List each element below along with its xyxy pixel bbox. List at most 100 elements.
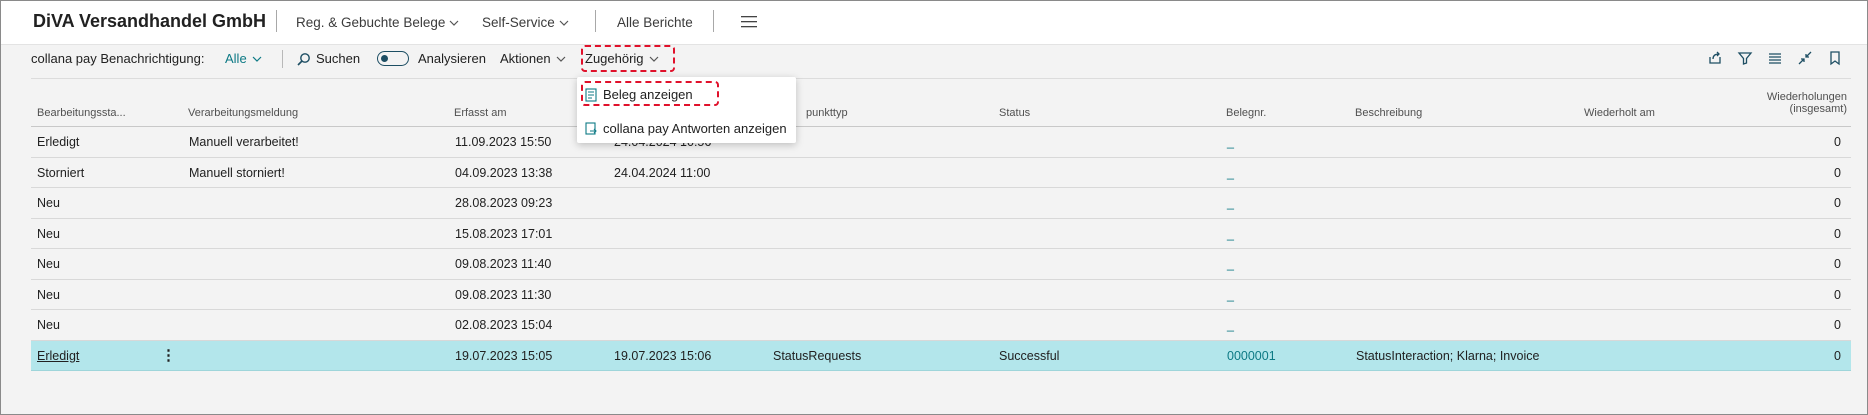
chevron-down-icon <box>559 20 569 26</box>
cell-processing-status[interactable]: Erledigt <box>37 349 79 363</box>
cell-repeats-count: 0 <box>1834 196 1841 210</box>
nav-separator <box>276 10 277 32</box>
filter-label-text: collana pay Benachrichtigung: <box>31 51 205 66</box>
cell-captured: 15.08.2023 17:01 <box>455 226 553 241</box>
cell-processing-status: Neu <box>37 196 60 210</box>
cell-repeats-count: 0 <box>1834 318 1841 332</box>
cell-document-no[interactable]: 0000001 <box>1227 349 1276 363</box>
table-row[interactable]: Neu 02.08.2023 15:04 _ 0 <box>31 310 1851 341</box>
table-row-selected[interactable]: Erledigt ⋮ 19.07.2023 15:05 19.07.2023 1… <box>31 340 1851 371</box>
column-header-captured[interactable]: Erfasst am <box>454 107 507 119</box>
search-button[interactable]: Suchen <box>297 51 360 66</box>
action-separator <box>282 50 283 68</box>
chevron-down-icon <box>556 56 566 62</box>
table-row[interactable]: Erledigt Manuell verarbeitet! 11.09.2023… <box>31 127 1851 158</box>
list-view-icon[interactable] <box>1767 50 1783 66</box>
cell-document-no[interactable]: _ <box>1227 227 1234 241</box>
page-tools <box>1707 50 1843 66</box>
cell-captured: 11.09.2023 15:50 <box>455 135 552 149</box>
cell-processing-status: Neu <box>37 257 60 271</box>
notifications-table: Bearbeitungssta... Verarbeitungsmeldung … <box>31 89 1851 371</box>
hamburger-menu-icon[interactable] <box>741 15 757 29</box>
cell-processing-status: Neu <box>37 318 60 332</box>
cell-repeats-count: 0 <box>1834 287 1841 302</box>
nav-item-label: Alle Berichte <box>617 15 693 30</box>
column-header-description[interactable]: Beschreibung <box>1355 107 1422 119</box>
cell-processing-status: Erledigt <box>37 135 80 149</box>
cell-repeats-count: 0 <box>1834 226 1841 241</box>
repeats-header-line1: Wiederholungen <box>1766 91 1847 103</box>
cell-document-no[interactable]: _ <box>1227 257 1234 271</box>
column-header-repeated-at[interactable]: Wiederholt am <box>1584 107 1655 119</box>
filter-value-text: Alle <box>225 51 247 66</box>
search-icon <box>297 52 310 66</box>
highlight-related-menu <box>581 45 675 72</box>
cell-repeats-count: 0 <box>1834 257 1841 271</box>
filter-value-dropdown[interactable]: Alle <box>225 51 262 66</box>
share-icon[interactable] <box>1707 50 1723 66</box>
cell-endpoint-type: StatusRequests <box>773 348 862 363</box>
column-header-message[interactable]: Verarbeitungsmeldung <box>188 107 298 119</box>
cell-document-no[interactable]: _ <box>1227 196 1234 210</box>
cell-status: Successful <box>999 348 1060 363</box>
cell-captured: 02.08.2023 15:04 <box>455 318 553 332</box>
cell-repeats-count: 0 <box>1834 135 1841 149</box>
actions-label: Aktionen <box>500 51 551 66</box>
nav-separator <box>713 10 714 32</box>
cell-captured: 09.08.2023 11:40 <box>455 257 552 271</box>
filter-icon[interactable] <box>1737 50 1753 66</box>
cell-captured: 19.07.2023 15:05 <box>455 348 553 363</box>
cell-repeats-count: 0 <box>1834 165 1841 180</box>
menu-item-label: collana pay Antworten anzeigen <box>603 121 787 136</box>
cell-processing-status: Storniert <box>37 165 85 180</box>
cell-document-no[interactable]: _ <box>1227 288 1234 302</box>
app-window: DiVA Versandhandel GmbH Reg. & Gebuchte … <box>0 0 1868 415</box>
analyze-toggle[interactable]: Analysieren <box>377 51 486 66</box>
collapse-icon[interactable] <box>1797 50 1813 66</box>
action-bar-divider <box>31 78 1851 79</box>
cell-processed-at: 19.07.2023 15:06 <box>614 348 712 363</box>
column-header-document-no[interactable]: Belegnr. <box>1226 107 1266 119</box>
table-row[interactable]: Neu 09.08.2023 11:30 _ 0 <box>31 280 1851 310</box>
cell-processing-status: Neu <box>37 287 60 302</box>
table-row[interactable]: Neu 28.08.2023 09:23 _ 0 <box>31 188 1851 219</box>
chevron-down-icon <box>252 56 262 62</box>
cell-captured: 09.08.2023 11:30 <box>455 287 552 302</box>
search-label: Suchen <box>316 51 361 66</box>
nav-item-self-service[interactable]: Self-Service <box>482 15 569 30</box>
company-name[interactable]: DiVA Versandhandel GmbH <box>33 11 266 32</box>
bookmark-icon[interactable] <box>1827 50 1843 66</box>
cell-document-no[interactable]: _ <box>1227 166 1234 180</box>
actions-menu-button[interactable]: Aktionen <box>500 51 566 66</box>
highlight-show-document <box>581 81 719 106</box>
nav-item-reg-gebuchte-belege[interactable]: Reg. & Gebuchte Belege <box>296 15 459 30</box>
table-row[interactable]: Neu 09.08.2023 11:40 _ 0 <box>31 249 1851 280</box>
cell-message: Manuell verarbeitet! <box>189 135 299 149</box>
cell-captured: 04.09.2023 13:38 <box>455 165 553 180</box>
table-row[interactable]: Neu 15.08.2023 17:01 _ 0 <box>31 219 1851 249</box>
column-header-repeats-total[interactable]: Wiederholungen (insgesamt) <box>1767 91 1847 115</box>
related-dropdown-menu: Beleg anzeigen collana pay Antworten anz… <box>577 77 796 143</box>
cell-description: StatusInteraction; Klarna; Invoice <box>1356 348 1540 363</box>
table-header: Bearbeitungssta... Verarbeitungsmeldung … <box>31 89 1851 127</box>
responses-icon <box>585 121 597 135</box>
cell-document-no[interactable]: _ <box>1227 135 1234 149</box>
column-header-processing-status[interactable]: Bearbeitungssta... <box>37 107 126 119</box>
menu-item-show-responses[interactable]: collana pay Antworten anzeigen <box>585 121 787 136</box>
cell-processing-status: Neu <box>37 226 60 241</box>
nav-item-alle-berichte[interactable]: Alle Berichte <box>617 15 693 30</box>
column-header-endpoint-type[interactable]: punkttyp <box>806 107 848 119</box>
column-header-status[interactable]: Status <box>999 107 1030 119</box>
repeats-header-line2: (insgesamt) <box>1789 103 1847 115</box>
nav-item-label: Self-Service <box>482 15 555 30</box>
cell-document-no[interactable]: _ <box>1227 318 1234 332</box>
cell-captured: 28.08.2023 09:23 <box>455 196 553 210</box>
cell-message: Manuell storniert! <box>189 165 285 180</box>
row-more-options-icon[interactable]: ⋮ <box>161 346 176 364</box>
top-navigation-bar: DiVA Versandhandel GmbH Reg. & Gebuchte … <box>1 1 1867 45</box>
toggle-switch[interactable] <box>377 51 409 66</box>
table-row[interactable]: Storniert Manuell storniert! 04.09.2023 … <box>31 158 1851 188</box>
chevron-down-icon <box>449 20 459 26</box>
nav-separator <box>595 10 596 32</box>
nav-item-label: Reg. & Gebuchte Belege <box>296 15 446 30</box>
